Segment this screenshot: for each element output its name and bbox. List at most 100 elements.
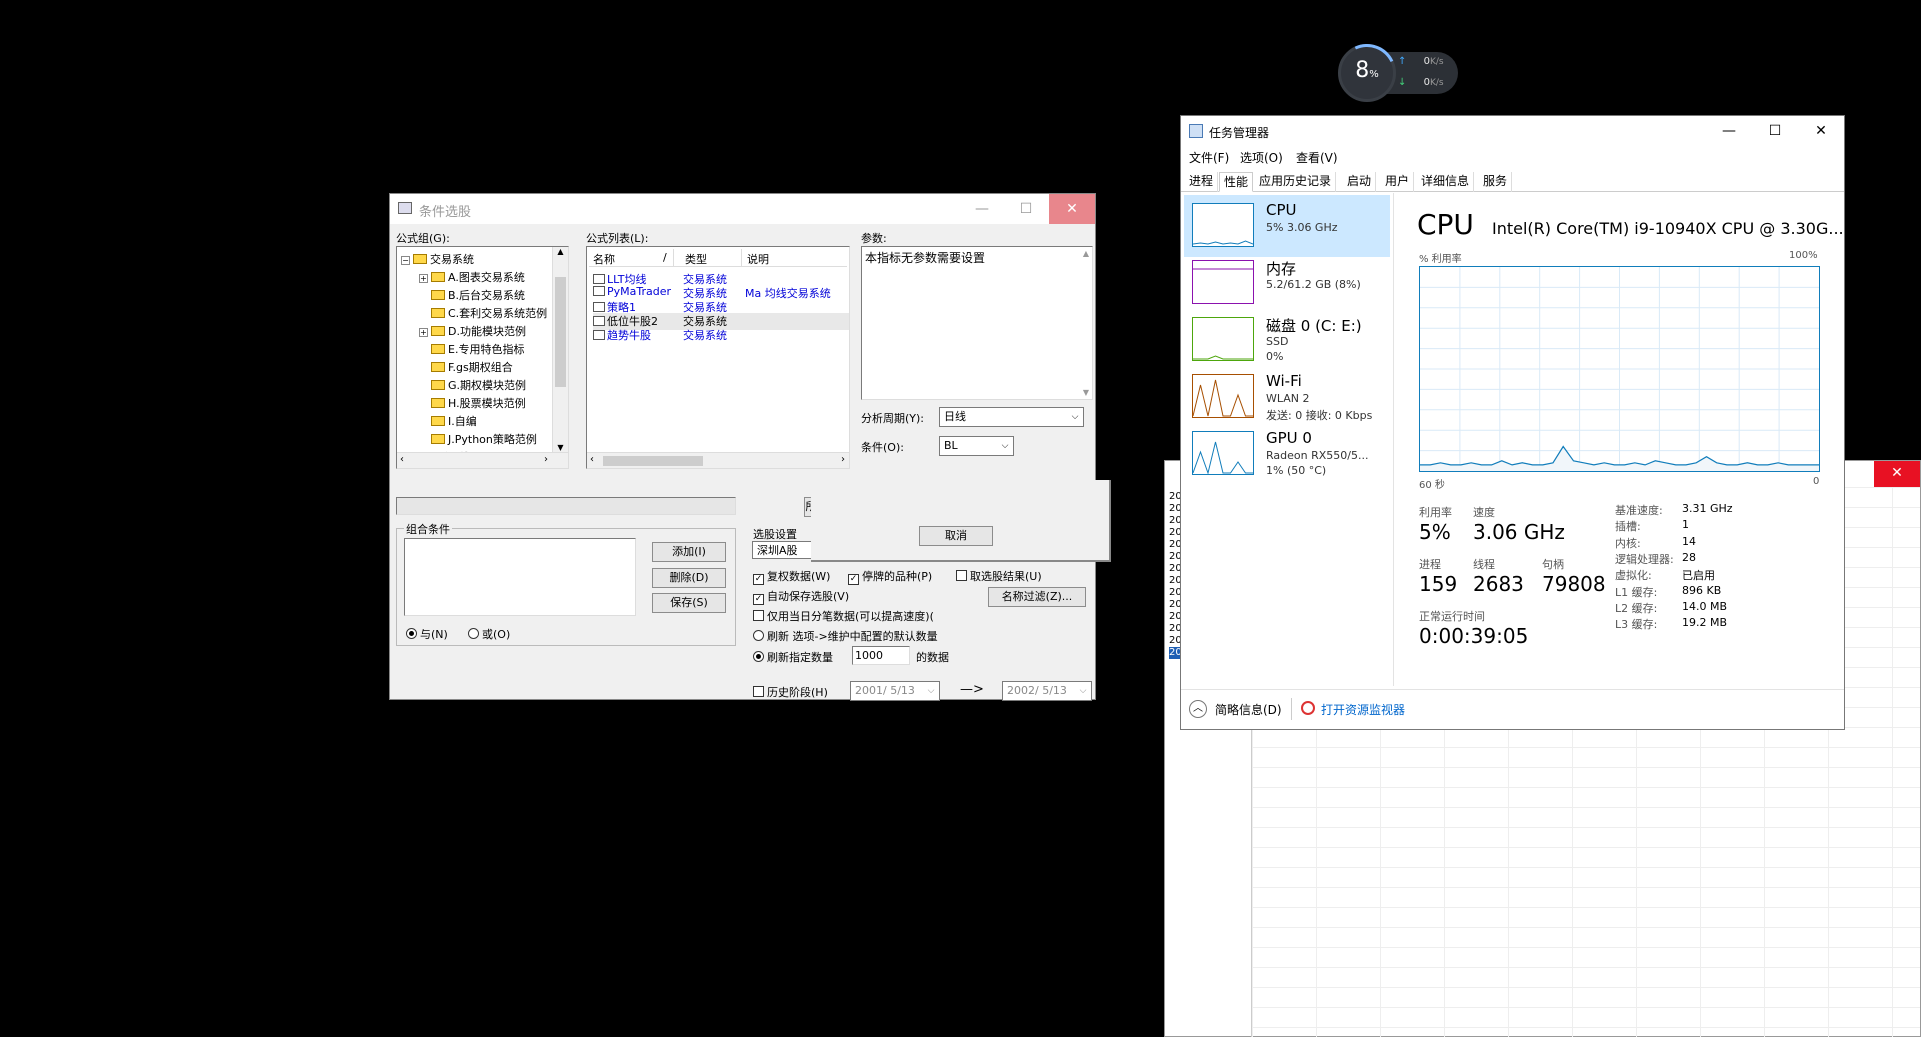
tree-item[interactable]: E.专用特色指标 (419, 341, 524, 359)
close-icon[interactable]: ✕ (1049, 194, 1095, 224)
utilization-label: 利用率 (1419, 506, 1452, 519)
tree-item[interactable]: − 交易系统 (401, 251, 474, 269)
open-resource-monitor-link[interactable]: 打开资源监视器 (1321, 701, 1405, 718)
tree-item[interactable]: + A.图表交易系统 (419, 269, 525, 287)
tree-item[interactable]: J.Python策略范例 (419, 431, 537, 449)
refresh-count-input[interactable]: 1000 (852, 646, 910, 665)
date-from[interactable]: 2001/ 5/13 ⌵ (850, 681, 940, 701)
sidebar-item-detail: 5.2/61.2 GB (8%) (1266, 278, 1361, 291)
sidebar-item-disk[interactable]: 磁盘 0 (C: E:) SSD 0% (1184, 309, 1390, 371)
cancel-button[interactable]: 取消 (919, 526, 993, 546)
tree-item[interactable]: C.套利交易系统范例 (419, 305, 547, 323)
formula-group-tree[interactable]: − 交易系统 + A.图表交易系统 B.后台交易系统 C.套利交易系统范例 + D.功能模块范… (396, 246, 569, 469)
date-to[interactable]: 2002/ 5/13 ⌵ (1002, 681, 1092, 701)
close-icon[interactable]: ✕ (1798, 116, 1844, 146)
folder-icon (431, 434, 445, 444)
detail-value: 1 (1682, 518, 1689, 532)
tab-startup[interactable]: 启动 (1343, 172, 1377, 192)
fewer-details-link[interactable]: 简略信息(D) (1215, 701, 1282, 718)
tree-item[interactable]: G.期权模块范例 (419, 377, 526, 395)
invert-checkbox[interactable]: 取选股结果(U) (956, 568, 1042, 584)
tree-item[interactable]: H.股票模块范例 (419, 395, 526, 413)
sidebar-item-wifi[interactable]: Wi-Fi WLAN 2 发送: 0 接收: 0 Kbps (1184, 366, 1390, 428)
maximize-icon[interactable]: ☐ (1752, 116, 1798, 146)
tree-hscroll[interactable]: ‹ › (397, 452, 568, 468)
history-checkbox[interactable]: 历史阶段(H) (753, 684, 828, 700)
combo-list[interactable] (404, 538, 636, 616)
speed-label: 速度 (1473, 506, 1495, 519)
delete-button[interactable]: 删除(D) (652, 568, 726, 588)
and-radio[interactable]: 与(N) (406, 626, 448, 642)
tree-item[interactable]: I.自编 (419, 413, 477, 431)
refresh-default-radio[interactable]: 刷新 选项->维护中配置的默认数量 (753, 628, 938, 644)
save-button[interactable]: 保存(S) (652, 593, 726, 613)
tab-performance[interactable]: 性能 (1219, 172, 1254, 192)
folder-icon (431, 308, 445, 318)
market-select[interactable]: 深圳A股 (752, 541, 820, 559)
param-box: 本指标无参数需要设置 ▲ ▼ (861, 246, 1093, 400)
chevron-up-icon[interactable]: ︿ (1189, 700, 1207, 718)
tab-details[interactable]: 详细信息 (1417, 172, 1475, 192)
list-hscroll[interactable]: ‹ › (587, 452, 849, 468)
tab-processes[interactable]: 进程 (1185, 172, 1219, 192)
title-bar: 条件选股 — ☐ ✕ (390, 194, 1095, 224)
table-row[interactable]: 趋势牛股 交易系统 (593, 327, 849, 344)
chevron-down-icon: ⌵ (1071, 412, 1079, 422)
cpu-percent: 8% (1355, 58, 1379, 83)
col-name[interactable]: 名称 (593, 251, 615, 267)
expand-icon[interactable]: + (419, 328, 428, 337)
menu-view[interactable]: 查看(V) (1296, 149, 1338, 166)
tree-item-label: F.gs期权组合 (448, 361, 513, 374)
name-filter-button[interactable]: 名称过滤(Z)... (988, 587, 1086, 607)
resource-title: CPU (1417, 208, 1474, 241)
sidebar-item-cpu[interactable]: CPU 5% 3.06 GHz (1184, 195, 1390, 257)
period-select[interactable]: 日线 ⌵ (939, 407, 1084, 427)
col-type[interactable]: 类型 (685, 251, 707, 267)
select-settings-label: 选股设置 (753, 528, 797, 541)
tab-users[interactable]: 用户 (1381, 172, 1415, 192)
resource-sidebar: CPU 5% 3.06 GHz 内存 5.2/61.2 GB (8%) 磁盘 0 (C:… (1181, 193, 1394, 686)
add-button[interactable]: 添加(I) (652, 542, 726, 562)
maximize-icon[interactable]: ☐ (1003, 194, 1049, 224)
tree-item[interactable]: B.后台交易系统 (419, 287, 525, 305)
fuquan-checkbox[interactable]: ✓ 复权数据(W) (753, 568, 830, 585)
close-icon[interactable]: ✕ (1874, 461, 1920, 487)
detail-value: 19.2 MB (1682, 616, 1728, 630)
graph-zero: 0 (1813, 476, 1820, 487)
tab-app-history[interactable]: 应用历史记录 (1255, 172, 1337, 192)
tree-vscroll[interactable]: ▲ ▼ (552, 247, 568, 452)
cpu-thumbnail (1192, 203, 1254, 247)
autosave-checkbox[interactable]: ✓ 自动保存选股(V) (753, 588, 849, 605)
sidebar-item-detail: 发送: 0 接收: 0 Kbps (1266, 409, 1373, 422)
minimize-icon[interactable]: — (1706, 116, 1752, 146)
tree-item-label: 交易系统 (430, 253, 474, 266)
sidebar-item-memory[interactable]: 内存 5.2/61.2 GB (8%) (1184, 252, 1390, 314)
tree-item[interactable]: + D.功能模块范例 (419, 323, 526, 341)
refresh-count-radio[interactable]: 刷新指定数量 (753, 649, 833, 665)
menu-file[interactable]: 文件(F) (1189, 149, 1229, 166)
menu-options[interactable]: 选项(O) (1240, 149, 1283, 166)
tree-item[interactable]: F.gs期权组合 (419, 359, 513, 377)
detail-label: 内核: (1615, 536, 1641, 550)
graph-label: % 利用率 (1419, 254, 1462, 265)
cpu-graph (1419, 266, 1820, 472)
sidebar-item-gpu[interactable]: GPU 0 Radeon RX550/5... 1% (50 °C) (1184, 423, 1390, 485)
minimize-icon[interactable]: — (959, 194, 1005, 224)
detail-value: 896 KB (1682, 583, 1722, 597)
utilization-value: 5% (1419, 520, 1451, 544)
arrow-down-icon: ↓ (1398, 77, 1407, 88)
detail-value: 14.0 MB (1682, 599, 1728, 613)
col-desc[interactable]: 说明 (747, 251, 769, 267)
today-tick-checkbox[interactable]: 仅用当日分笔数据(可以提高速度)( (753, 608, 934, 624)
tab-services[interactable]: 服务 (1479, 172, 1513, 192)
condition-select[interactable]: BL ⌵ (939, 436, 1014, 456)
expand-icon[interactable]: + (419, 274, 428, 283)
formula-list-label: 公式列表(L): (586, 232, 649, 245)
stopped-checkbox[interactable]: ✓ 停牌的品种(P) (848, 568, 932, 585)
formula-list[interactable]: 名称 / 类型 说明 LLT均线 交易系统 PyMaTrader 交易系统 Ma 均线交… (586, 246, 850, 469)
chevron-down-icon: ⌵ (1001, 441, 1009, 451)
detail-label: 插槽: (1615, 520, 1641, 534)
detail-value: 3.31 GHz (1682, 502, 1733, 515)
collapse-icon[interactable]: − (401, 256, 410, 265)
or-radio[interactable]: 或(O) (468, 626, 510, 642)
